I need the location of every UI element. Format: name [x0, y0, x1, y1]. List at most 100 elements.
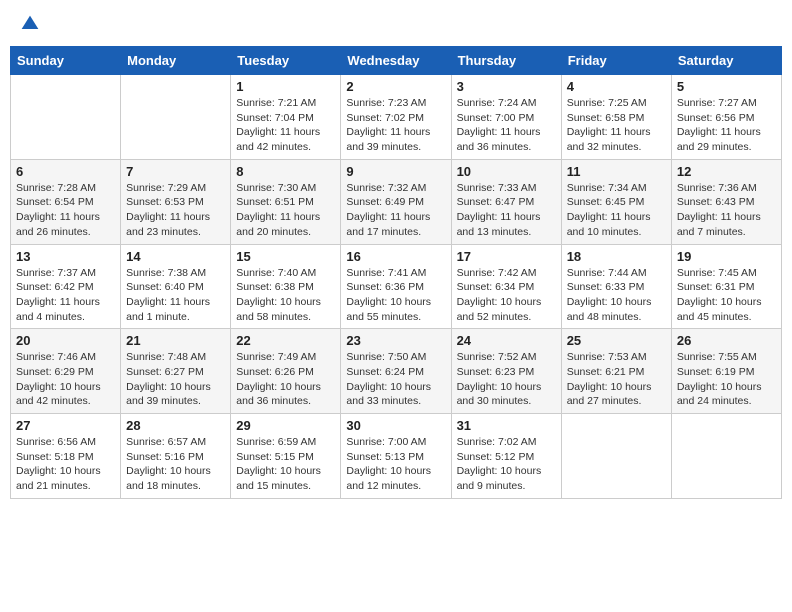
day-number: 10	[457, 164, 556, 179]
calendar-cell: 28 Sunrise: 6:57 AMSunset: 5:16 PMDayligh…	[121, 414, 231, 499]
calendar-cell: 8 Sunrise: 7:30 AMSunset: 6:51 PMDaylight…	[231, 159, 341, 244]
col-header-sunday: Sunday	[11, 47, 121, 75]
day-detail: Sunrise: 7:37 AMSunset: 6:42 PMDaylight:…	[16, 266, 115, 325]
calendar-cell: 6 Sunrise: 7:28 AMSunset: 6:54 PMDaylight…	[11, 159, 121, 244]
calendar-cell: 29 Sunrise: 6:59 AMSunset: 5:15 PMDayligh…	[231, 414, 341, 499]
day-detail: Sunrise: 7:21 AMSunset: 7:04 PMDaylight:…	[236, 96, 335, 155]
page-header	[10, 10, 782, 38]
day-number: 14	[126, 249, 225, 264]
day-number: 6	[16, 164, 115, 179]
col-header-thursday: Thursday	[451, 47, 561, 75]
calendar-cell: 3Sunrise: 7:24 AMSunset: 7:00 PMDaylight…	[451, 75, 561, 160]
day-number: 23	[346, 333, 445, 348]
day-detail: Sunrise: 6:57 AMSunset: 5:16 PMDaylight:…	[126, 435, 225, 494]
col-header-wednesday: Wednesday	[341, 47, 451, 75]
day-detail: Sunrise: 7:42 AMSunset: 6:34 PMDaylight:…	[457, 266, 556, 325]
day-detail: Sunrise: 7:36 AMSunset: 6:43 PMDaylight:…	[677, 181, 776, 240]
day-number: 25	[567, 333, 666, 348]
day-number: 2	[346, 79, 445, 94]
day-detail: Sunrise: 7:34 AMSunset: 6:45 PMDaylight:…	[567, 181, 666, 240]
day-detail: Sunrise: 7:30 AMSunset: 6:51 PMDaylight:…	[236, 181, 335, 240]
day-detail: Sunrise: 7:32 AMSunset: 6:49 PMDaylight:…	[346, 181, 445, 240]
day-number: 22	[236, 333, 335, 348]
day-detail: Sunrise: 7:23 AMSunset: 7:02 PMDaylight:…	[346, 96, 445, 155]
col-header-friday: Friday	[561, 47, 671, 75]
day-number: 17	[457, 249, 556, 264]
day-number: 26	[677, 333, 776, 348]
day-detail: Sunrise: 7:41 AMSunset: 6:36 PMDaylight:…	[346, 266, 445, 325]
day-detail: Sunrise: 7:25 AMSunset: 6:58 PMDaylight:…	[567, 96, 666, 155]
day-detail: Sunrise: 7:27 AMSunset: 6:56 PMDaylight:…	[677, 96, 776, 155]
day-detail: Sunrise: 7:49 AMSunset: 6:26 PMDaylight:…	[236, 350, 335, 409]
day-detail: Sunrise: 7:52 AMSunset: 6:23 PMDaylight:…	[457, 350, 556, 409]
day-number: 8	[236, 164, 335, 179]
day-detail: Sunrise: 7:44 AMSunset: 6:33 PMDaylight:…	[567, 266, 666, 325]
calendar-cell	[671, 414, 781, 499]
day-number: 3	[457, 79, 556, 94]
day-number: 27	[16, 418, 115, 433]
day-detail: Sunrise: 7:33 AMSunset: 6:47 PMDaylight:…	[457, 181, 556, 240]
day-number: 4	[567, 79, 666, 94]
week-row-2: 6 Sunrise: 7:28 AMSunset: 6:54 PMDaylight…	[11, 159, 782, 244]
day-detail: Sunrise: 7:53 AMSunset: 6:21 PMDaylight:…	[567, 350, 666, 409]
calendar-cell: 21Sunrise: 7:48 AMSunset: 6:27 PMDayligh…	[121, 329, 231, 414]
day-number: 28	[126, 418, 225, 433]
calendar-header-row: SundayMondayTuesdayWednesdayThursdayFrid…	[11, 47, 782, 75]
day-number: 5	[677, 79, 776, 94]
logo	[18, 14, 40, 34]
calendar-cell: 13 Sunrise: 7:37 AMSunset: 6:42 PMDayligh…	[11, 244, 121, 329]
calendar-cell: 19 Sunrise: 7:45 AMSunset: 6:31 PMDayligh…	[671, 244, 781, 329]
calendar-cell: 17 Sunrise: 7:42 AMSunset: 6:34 PMDayligh…	[451, 244, 561, 329]
day-detail: Sunrise: 6:59 AMSunset: 5:15 PMDaylight:…	[236, 435, 335, 494]
calendar-cell: 7Sunrise: 7:29 AMSunset: 6:53 PMDaylight…	[121, 159, 231, 244]
day-detail: Sunrise: 7:28 AMSunset: 6:54 PMDaylight:…	[16, 181, 115, 240]
day-number: 11	[567, 164, 666, 179]
calendar-table: SundayMondayTuesdayWednesdayThursdayFrid…	[10, 46, 782, 499]
day-detail: Sunrise: 7:55 AMSunset: 6:19 PMDaylight:…	[677, 350, 776, 409]
day-detail: Sunrise: 7:38 AMSunset: 6:40 PMDaylight:…	[126, 266, 225, 325]
day-number: 31	[457, 418, 556, 433]
calendar-cell: 26 Sunrise: 7:55 AMSunset: 6:19 PMDayligh…	[671, 329, 781, 414]
day-number: 24	[457, 333, 556, 348]
week-row-3: 13 Sunrise: 7:37 AMSunset: 6:42 PMDayligh…	[11, 244, 782, 329]
day-detail: Sunrise: 7:02 AMSunset: 5:12 PMDaylight:…	[457, 435, 556, 494]
day-number: 29	[236, 418, 335, 433]
day-number: 20	[16, 333, 115, 348]
day-detail: Sunrise: 7:46 AMSunset: 6:29 PMDaylight:…	[16, 350, 115, 409]
day-detail: Sunrise: 7:45 AMSunset: 6:31 PMDaylight:…	[677, 266, 776, 325]
calendar-cell: 24 Sunrise: 7:52 AMSunset: 6:23 PMDayligh…	[451, 329, 561, 414]
day-detail: Sunrise: 7:50 AMSunset: 6:24 PMDaylight:…	[346, 350, 445, 409]
calendar-cell	[561, 414, 671, 499]
day-number: 9	[346, 164, 445, 179]
calendar-cell: 16 Sunrise: 7:41 AMSunset: 6:36 PMDayligh…	[341, 244, 451, 329]
calendar-cell: 20 Sunrise: 7:46 AMSunset: 6:29 PMDayligh…	[11, 329, 121, 414]
calendar-cell: 31 Sunrise: 7:02 AMSunset: 5:12 PMDayligh…	[451, 414, 561, 499]
calendar-cell: 18 Sunrise: 7:44 AMSunset: 6:33 PMDayligh…	[561, 244, 671, 329]
calendar-cell: 23 Sunrise: 7:50 AMSunset: 6:24 PMDayligh…	[341, 329, 451, 414]
day-number: 18	[567, 249, 666, 264]
calendar-cell: 27Sunrise: 6:56 AMSunset: 5:18 PMDayligh…	[11, 414, 121, 499]
day-number: 16	[346, 249, 445, 264]
calendar-cell	[11, 75, 121, 160]
day-number: 13	[16, 249, 115, 264]
week-row-5: 27Sunrise: 6:56 AMSunset: 5:18 PMDayligh…	[11, 414, 782, 499]
day-detail: Sunrise: 7:40 AMSunset: 6:38 PMDaylight:…	[236, 266, 335, 325]
logo-icon	[20, 14, 40, 34]
calendar-cell: 14 Sunrise: 7:38 AMSunset: 6:40 PMDayligh…	[121, 244, 231, 329]
day-detail: Sunrise: 7:48 AMSunset: 6:27 PMDaylight:…	[126, 350, 225, 409]
col-header-monday: Monday	[121, 47, 231, 75]
calendar-cell: 2 Sunrise: 7:23 AMSunset: 7:02 PMDaylight…	[341, 75, 451, 160]
day-number: 30	[346, 418, 445, 433]
calendar-cell: 12Sunrise: 7:36 AMSunset: 6:43 PMDayligh…	[671, 159, 781, 244]
calendar-cell: 11 Sunrise: 7:34 AMSunset: 6:45 PMDayligh…	[561, 159, 671, 244]
calendar-cell: 4 Sunrise: 7:25 AMSunset: 6:58 PMDaylight…	[561, 75, 671, 160]
calendar-cell: 15Sunrise: 7:40 AMSunset: 6:38 PMDayligh…	[231, 244, 341, 329]
col-header-saturday: Saturday	[671, 47, 781, 75]
calendar-cell: 1Sunrise: 7:21 AMSunset: 7:04 PMDaylight…	[231, 75, 341, 160]
calendar-cell: 22 Sunrise: 7:49 AMSunset: 6:26 PMDayligh…	[231, 329, 341, 414]
week-row-4: 20 Sunrise: 7:46 AMSunset: 6:29 PMDayligh…	[11, 329, 782, 414]
day-detail: Sunrise: 7:00 AMSunset: 5:13 PMDaylight:…	[346, 435, 445, 494]
day-number: 19	[677, 249, 776, 264]
week-row-1: 1Sunrise: 7:21 AMSunset: 7:04 PMDaylight…	[11, 75, 782, 160]
day-detail: Sunrise: 7:29 AMSunset: 6:53 PMDaylight:…	[126, 181, 225, 240]
